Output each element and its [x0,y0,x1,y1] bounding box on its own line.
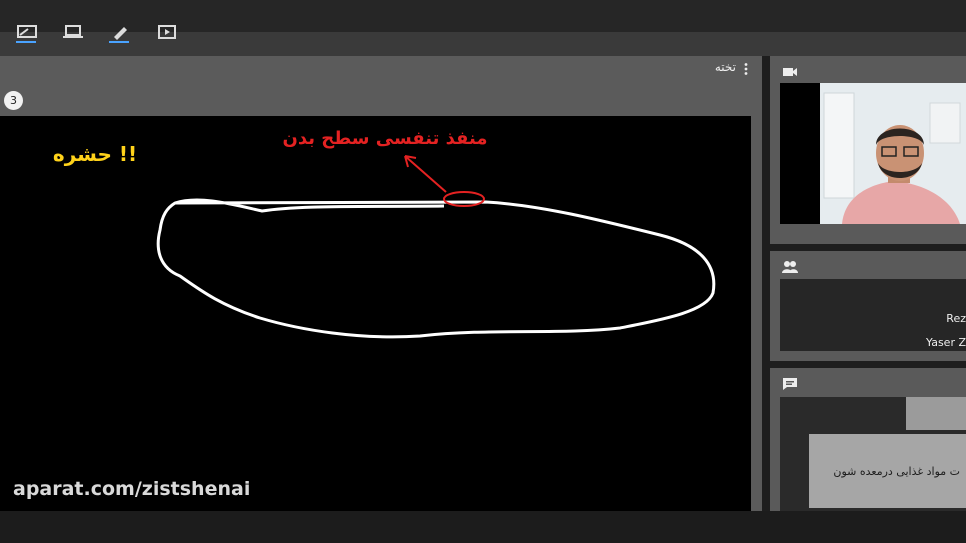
participant-list: Rez Yaser Z [780,279,966,351]
page-number-badge[interactable]: 3 [4,91,23,110]
top-bar [0,0,966,32]
insect-drawing [156,155,716,339]
marker-tool-icon[interactable] [109,24,131,44]
toolbar-strip [0,32,966,56]
whiteboard-title: تخته [714,60,736,74]
webcam-feed[interactable] [820,83,966,224]
bottom-bar [0,511,966,543]
annotation-arrow [404,155,447,193]
active-tool-underline [109,41,129,43]
more-options-icon[interactable] [741,61,751,75]
chat-message-text: ت مواد غذایی درمعده شون [833,465,960,478]
drawing-title: !! حشره [52,142,138,166]
whiteboard-canvas[interactable]: !! حشره منفذ تنفسی سطح بدن aparat.com/zi… [0,116,751,511]
slide-icon[interactable] [156,24,178,44]
spiracle-highlight [443,191,485,207]
chat-message-bubble: ت مواد غذایی درمعده شون [809,434,966,508]
watermark: aparat.com/zistshenai [13,478,251,500]
video-camera-icon[interactable] [782,64,798,78]
chat-icon[interactable] [782,376,798,390]
participant-name[interactable]: Rez [946,312,966,325]
annotation-label: منفذ تنفسی سطح بدن [282,128,488,149]
laptop-icon[interactable] [62,24,84,44]
pen-tool-icon[interactable] [16,24,38,44]
chat-message-bubble [906,397,966,430]
active-tool-underline [16,41,36,43]
people-icon[interactable] [782,259,798,273]
insect-body-outline [156,198,716,339]
participant-name[interactable]: Yaser Z [926,336,966,349]
